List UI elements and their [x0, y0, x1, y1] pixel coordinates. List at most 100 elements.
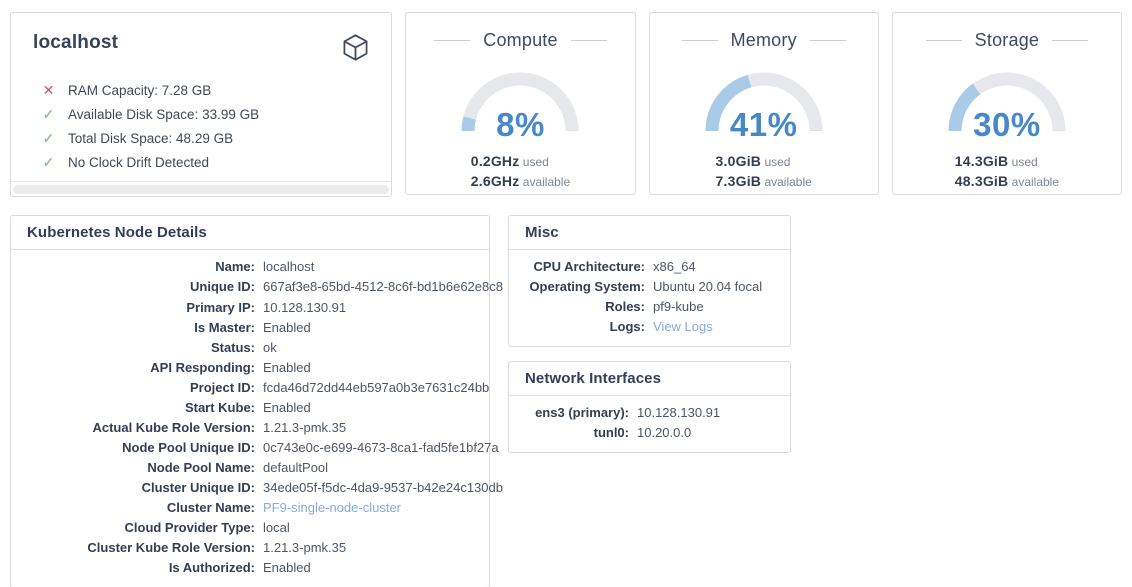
compute-usage-card: Compute 8% 0.2GHz used 2.6GHz available: [405, 12, 635, 195]
misc-grid: CPU Architecture: x86_64 Operating Syste…: [509, 250, 790, 346]
bottom-row: Kubernetes Node Details Name: localhost …: [10, 215, 1122, 587]
card-title: Misc: [509, 216, 790, 250]
gauge-title: Compute: [406, 30, 634, 51]
interface-ip: 10.128.130.91: [637, 403, 776, 423]
detail-value: Enabled: [263, 398, 523, 418]
gauge-percent: 41%: [699, 106, 829, 144]
pass-check-icon: ✓: [41, 131, 56, 145]
card-title: Network Interfaces: [509, 362, 790, 396]
health-check-item: ✓ No Clock Drift Detected: [41, 150, 371, 174]
available-value: 7.3GiB: [716, 173, 762, 189]
detail-label: Status:: [25, 338, 255, 358]
card-title: Kubernetes Node Details: [11, 216, 489, 250]
gauge-stats: 14.3GiB used 48.3GiB available: [955, 152, 1059, 192]
detail-label: Cluster Unique ID:: [25, 478, 255, 498]
health-check-label: No Clock Drift Detected: [68, 155, 209, 170]
used-label: used: [764, 155, 790, 169]
misc-card: Misc CPU Architecture: x86_64 Operating …: [508, 215, 791, 347]
detail-label: Start Kube:: [25, 398, 255, 418]
detail-value: defaultPool: [263, 458, 523, 478]
node-details-page: localhost ✕ RAM Capacity: 7.28 GB ✓ Avai: [0, 0, 1132, 587]
detail-value: pf9-kube: [653, 297, 776, 317]
used-value: 3.0GiB: [716, 153, 762, 169]
detail-label: Roles:: [523, 297, 645, 317]
storage-gauge: 30%: [942, 63, 1072, 137]
title-rule: [434, 40, 470, 41]
detail-value: Enabled: [263, 318, 523, 338]
network-grid: ens3 (primary): 10.128.130.91 tunl0: 10.…: [509, 396, 790, 452]
used-label: used: [523, 155, 549, 169]
detail-value: localhost: [263, 257, 523, 277]
detail-label: Project ID:: [25, 378, 255, 398]
detail-label: Name:: [25, 257, 255, 277]
details-grid: Name: localhost Unique ID: 667af3e8-65bd…: [11, 250, 489, 587]
title-rule: [571, 40, 607, 41]
unique-id-value: 667af3e8-65bd-4512-8c6f-bd1b6e62e8c8: [263, 279, 503, 294]
health-check-list: ✕ RAM Capacity: 7.28 GB ✓ Available Disk…: [11, 78, 391, 174]
title-rule: [1052, 40, 1088, 41]
detail-value: 667af3e8-65bd-4512-8c6f-bd1b6e62e8c8?: [263, 277, 523, 298]
available-value: 48.3GiB: [955, 173, 1009, 189]
detail-value: ok: [263, 338, 523, 358]
host-summary-card: localhost ✕ RAM Capacity: 7.28 GB ✓ Avai: [10, 12, 392, 197]
horizontal-scrollbar[interactable]: [11, 181, 391, 196]
fail-x-icon: ✕: [41, 83, 56, 97]
memory-usage-card: Memory 41% 3.0GiB used 7.3GiB available: [649, 12, 879, 195]
title-rule: [926, 40, 962, 41]
detail-label: Primary IP:: [25, 298, 255, 318]
scrollbar-thumb[interactable]: [13, 185, 389, 194]
detail-value: 0c743e0c-e699-4673-8ca1-fad5fe1bf27a: [263, 438, 523, 458]
node-cube-icon: [340, 32, 371, 63]
detail-label: CPU Architecture:: [523, 257, 645, 277]
cluster-name-link[interactable]: PF9-single-node-cluster: [263, 500, 401, 515]
kubernetes-node-details-card: Kubernetes Node Details Name: localhost …: [10, 215, 490, 587]
gauge-percent: 30%: [942, 106, 1072, 144]
health-check-label: RAM Capacity: 7.28 GB: [68, 83, 211, 98]
health-check-item: ✓ Total Disk Space: 48.29 GB: [41, 126, 371, 150]
detail-label: API Responding:: [25, 358, 255, 378]
detail-label: Node Pool Name:: [25, 458, 255, 478]
network-interfaces-card: Network Interfaces ens3 (primary): 10.12…: [508, 361, 791, 453]
gauge-percent: 8%: [455, 106, 585, 144]
gauge-title: Storage: [893, 30, 1121, 51]
used-value: 14.3GiB: [955, 153, 1009, 169]
gauge-stats: 3.0GiB used 7.3GiB available: [716, 152, 812, 192]
detail-value: View Logs: [653, 317, 776, 337]
health-check-label: Available Disk Space: 33.99 GB: [68, 107, 259, 122]
view-logs-link[interactable]: View Logs: [653, 319, 713, 334]
gauge-title: Memory: [650, 30, 878, 51]
detail-label: Actual Kube Role Version:: [25, 418, 255, 438]
detail-value: 1.21.3-pmk.35: [263, 538, 523, 558]
interface-label: ens3 (primary):: [523, 403, 629, 423]
detail-value: fcda46d72dd44eb597a0b3e7631c24bb: [263, 378, 523, 398]
health-check-label: Total Disk Space: 48.29 GB: [68, 131, 233, 146]
storage-usage-card: Storage 30% 14.3GiB used 48.3GiB availab…: [892, 12, 1122, 195]
detail-value: x86_64: [653, 257, 776, 277]
title-rule: [682, 40, 718, 41]
available-label: available: [1012, 175, 1059, 189]
detail-label: Cluster Name:: [25, 498, 255, 518]
pass-check-icon: ✓: [41, 107, 56, 121]
host-header: localhost: [11, 13, 391, 63]
health-check-item: ✕ RAM Capacity: 7.28 GB: [41, 78, 371, 102]
detail-label: Is Master:: [25, 318, 255, 338]
detail-value: Enabled: [263, 358, 523, 378]
detail-label: Operating System:: [523, 277, 645, 297]
pass-check-icon: ✓: [41, 155, 56, 169]
detail-value: Enabled: [263, 558, 523, 578]
detail-label: Is Authorized:: [25, 558, 255, 578]
detail-label: Cluster Kube Role Version:: [25, 538, 255, 558]
detail-label: Node Pool Unique ID:: [25, 438, 255, 458]
gauge-title-text: Storage: [975, 30, 1039, 51]
detail-label: Unique ID:: [25, 277, 255, 298]
health-check-item: ✓ Available Disk Space: 33.99 GB: [41, 102, 371, 126]
top-row: localhost ✕ RAM Capacity: 7.28 GB ✓ Avai: [10, 12, 1122, 197]
available-label: available: [764, 175, 811, 189]
host-title: localhost: [33, 32, 118, 54]
detail-label: Cloud Provider Type:: [25, 518, 255, 538]
detail-value: local: [263, 518, 523, 538]
gauge-title-text: Compute: [483, 30, 557, 51]
available-value: 2.6GHz: [471, 173, 520, 189]
detail-label: Logs:: [523, 317, 645, 337]
detail-value: Ubuntu 20.04 focal: [653, 277, 776, 297]
